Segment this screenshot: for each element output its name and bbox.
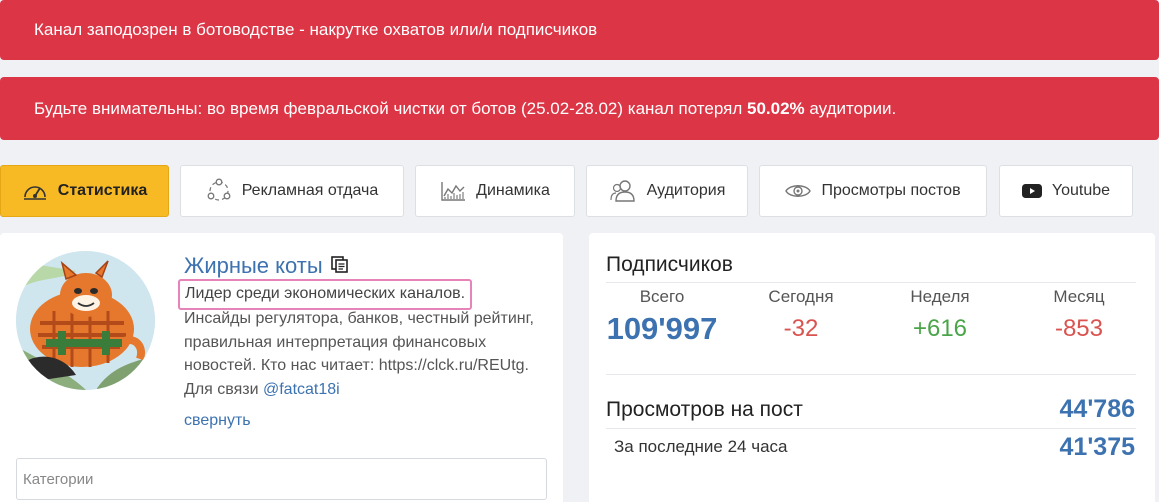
copy-icon[interactable] xyxy=(330,253,348,279)
tab-label: Аудитория xyxy=(646,182,726,199)
stat-value: -853 xyxy=(1054,315,1104,342)
youtube-icon xyxy=(1021,184,1042,198)
tab-label: Просмотры постов xyxy=(821,182,961,199)
subscribers-today: Сегодня -32 xyxy=(736,287,866,343)
views-24h-label: За последние 24 часа xyxy=(614,437,788,456)
tab-ad-return[interactable]: Рекламная отдача xyxy=(180,165,404,217)
stat-label: Месяц xyxy=(1053,287,1105,306)
tab-label: Статистика xyxy=(57,182,148,199)
stat-label: Неделя xyxy=(910,287,970,306)
description-highlight: Лидер среди экономических каналов. xyxy=(178,279,473,310)
stat-label: Всего xyxy=(639,287,685,306)
stats-card: Подписчиков Всего 109'997 Сегодня -32 Не… xyxy=(589,233,1155,502)
channel-title[interactable]: Жирные коты xyxy=(184,253,348,279)
channel-card: Жирные коты Лидер среди экономических ка… xyxy=(0,233,563,502)
divider xyxy=(606,282,1136,283)
stat-label: Сегодня xyxy=(768,287,834,306)
eye-icon xyxy=(785,182,812,200)
bot-warning-text: Канал заподозрен в ботоводстве - накрутк… xyxy=(34,20,598,39)
views-per-post-value: 44'786 xyxy=(1059,395,1135,423)
collapse-link[interactable]: свернуть xyxy=(184,412,251,430)
stat-value: +616 xyxy=(912,315,968,342)
categories-input[interactable] xyxy=(16,458,547,500)
bot-warning-alert: Канал заподозрен в ботоводстве - накрутк… xyxy=(0,0,1159,60)
stat-value: -32 xyxy=(783,315,819,342)
views-per-post-label: Просмотров на пост xyxy=(606,398,803,421)
tab-label: Динамика xyxy=(476,182,550,199)
tab-youtube[interactable]: Youtube xyxy=(999,165,1133,217)
tab-label: Рекламная отдача xyxy=(241,182,379,199)
purge-alert-text: Будьте внимательны: во время февральской… xyxy=(34,98,897,118)
tab-audience[interactable]: Аудитория xyxy=(586,165,748,217)
subscribers-week: Неделя +616 xyxy=(875,287,1005,343)
speedometer-icon xyxy=(22,180,48,202)
views-24h-value: 41'375 xyxy=(1059,433,1135,461)
divider xyxy=(606,374,1136,375)
purge-percent: 50.02% xyxy=(746,98,805,118)
tab-label: Youtube xyxy=(1051,182,1111,199)
divider xyxy=(606,428,1136,429)
contact-link[interactable]: @fatcat18i xyxy=(263,381,340,398)
tab-post-views[interactable]: Просмотры постов xyxy=(759,165,987,217)
chart-icon xyxy=(440,180,466,202)
subscribers-title: Подписчиков xyxy=(606,253,733,276)
tab-dynamics[interactable]: Динамика xyxy=(415,165,575,217)
stat-value: 109'997 xyxy=(606,311,718,346)
channel-avatar xyxy=(16,251,155,390)
channel-description: Инсайды регулятора, банков, честный рейт… xyxy=(184,310,534,398)
network-icon xyxy=(206,178,232,204)
subscribers-month: Месяц -853 xyxy=(1014,287,1144,343)
subscribers-total: Всего 109'997 xyxy=(597,287,727,347)
purge-alert: Будьте внимательны: во время февральской… xyxy=(0,77,1159,140)
channel-title-text[interactable]: Жирные коты xyxy=(184,253,323,279)
users-icon xyxy=(609,179,637,203)
tab-statistics[interactable]: Статистика xyxy=(0,165,169,217)
